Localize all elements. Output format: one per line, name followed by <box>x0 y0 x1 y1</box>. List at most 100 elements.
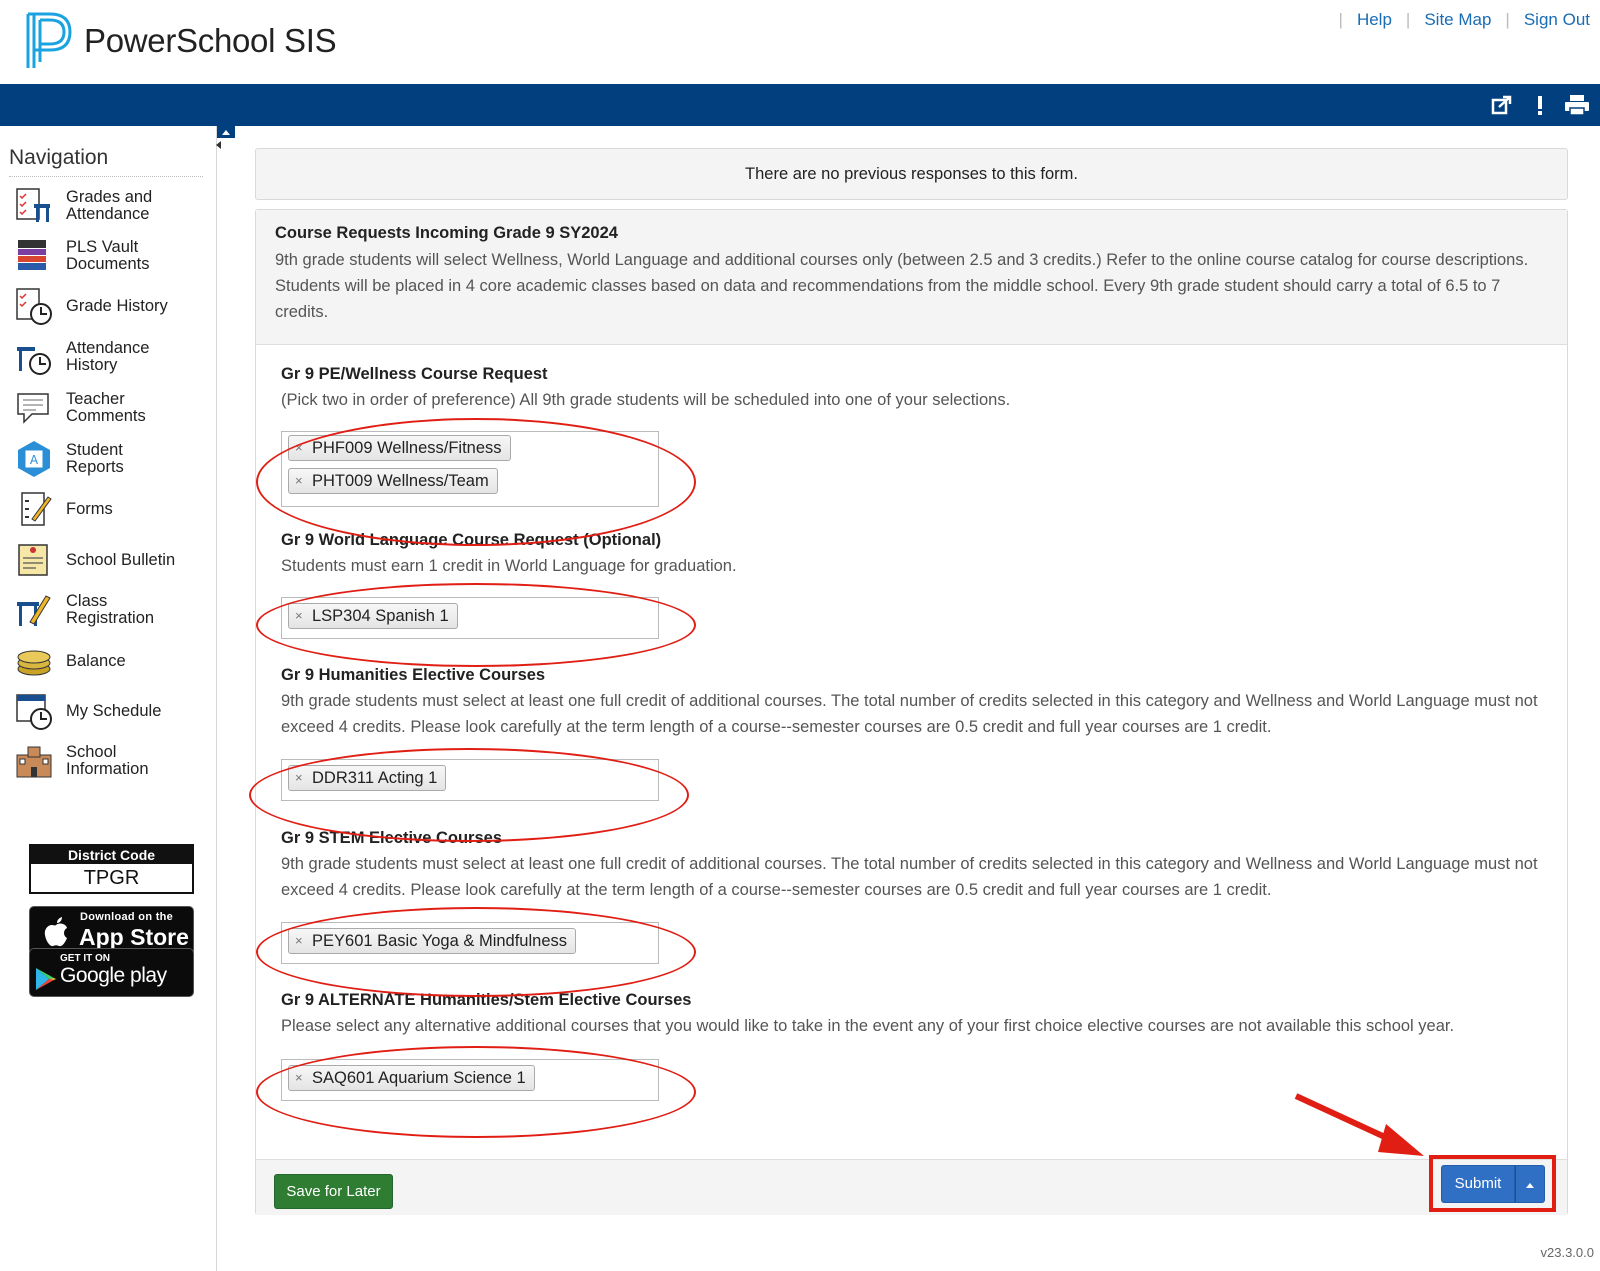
balance-icon <box>17 650 51 676</box>
nav-label: Documents <box>66 255 150 273</box>
brand-title: PowerSchool SIS <box>84 22 337 59</box>
divider <box>9 176 203 177</box>
question-title: Gr 9 PE/Wellness Course Request <box>281 365 548 383</box>
class-registration-icon <box>17 595 51 626</box>
question-title: Gr 9 STEM Elective Courses <box>281 829 503 847</box>
nav-label: School Bulletin <box>66 550 176 569</box>
selected-course-chip: × DDR311 Acting 1 <box>288 765 447 791</box>
remove-chip-button[interactable]: × <box>295 929 303 953</box>
nav-label: Teacher <box>66 390 125 408</box>
nav-label: Attendance <box>66 339 150 357</box>
alert-icon[interactable] <box>1528 94 1552 116</box>
nav-label: Class <box>66 592 108 610</box>
site-map-link[interactable]: Site Map <box>1424 10 1491 30</box>
nav-label: Information <box>66 760 149 778</box>
nav-item-grades-attendance[interactable]: Grades and Attendance <box>14 184 204 228</box>
wellness-multiselect[interactable]: × PHF009 Wellness/Fitness × PHT009 Welln… <box>281 431 659 507</box>
nav-label: Comments <box>66 407 146 425</box>
chip-label: SAQ601 Aquarium Science 1 <box>312 1069 526 1087</box>
nav-item-school-bulletin[interactable]: School Bulletin <box>14 538 204 582</box>
question-title: Gr 9 World Language Course Request (Opti… <box>281 531 662 549</box>
nav-label: School <box>66 743 117 761</box>
help-link[interactable]: Help <box>1357 10 1392 30</box>
nav-label: Balance <box>66 651 126 670</box>
caret-up-icon <box>1526 1183 1534 1188</box>
annotation-arrow-icon <box>1294 1093 1424 1156</box>
question-description: (Pick two in order of preference) All 9t… <box>281 391 1011 409</box>
separator: | <box>1405 10 1411 29</box>
remove-chip-button[interactable]: × <box>295 436 303 460</box>
attendance-history-icon <box>17 347 51 375</box>
collapse-up-button[interactable] <box>217 126 235 138</box>
alternate-multiselect[interactable]: × SAQ601 Aquarium Science 1 <box>281 1059 659 1101</box>
nav-label: Registration <box>66 609 155 627</box>
school-information-icon <box>16 746 52 778</box>
district-code-label: District Code <box>31 846 192 864</box>
apple-icon <box>44 917 67 947</box>
top-header: PowerSchool SIS | Help | Site Map | Sign… <box>0 0 1600 84</box>
nav-item-attendance-history[interactable]: Attendance History <box>14 335 204 379</box>
separator: | <box>1338 10 1343 29</box>
nav-label: Reports <box>66 458 124 476</box>
nav-title: Navigation <box>9 146 109 169</box>
nav-item-forms[interactable]: Forms <box>14 487 204 531</box>
print-icon[interactable] <box>1564 94 1590 116</box>
nav-item-my-schedule[interactable]: My Schedule <box>14 689 204 733</box>
sidebar: Navigation Grades and Attendance PLS Vaul… <box>0 126 217 1271</box>
selected-course-chip: × SAQ601 Aquarium Science 1 <box>288 1065 535 1091</box>
chip-label: LSP304 Spanish 1 <box>312 607 449 625</box>
question-description: Students must earn 1 credit in World Lan… <box>281 557 737 575</box>
remove-chip-button[interactable]: × <box>295 604 303 628</box>
sign-out-link[interactable]: Sign Out <box>1524 10 1590 30</box>
chip-label: PHF009 Wellness/Fitness <box>312 439 502 457</box>
selected-course-chip: × PHT009 Wellness/Team <box>288 468 498 494</box>
nav-label: My Schedule <box>66 701 162 720</box>
remove-chip-button[interactable]: × <box>295 469 303 493</box>
humanities-multiselect[interactable]: × DDR311 Acting 1 <box>281 759 659 801</box>
google-play-big: Google play <box>60 964 167 987</box>
form-description: 9th grade students will select Wellness,… <box>275 251 1529 321</box>
nav-label: Grades and <box>66 188 153 206</box>
world-language-multiselect[interactable]: × LSP304 Spanish 1 <box>281 597 659 639</box>
question-title: Gr 9 Humanities Elective Courses <box>281 666 546 684</box>
play-icon <box>36 968 56 990</box>
version-label: v23.3.0.0 <box>1540 1245 1595 1260</box>
vault-documents-icon <box>18 240 46 270</box>
remove-chip-button[interactable]: × <box>295 1066 303 1090</box>
nav-item-school-information[interactable]: School Information <box>14 739 204 783</box>
form-footer: Save for Later <box>256 1159 1567 1215</box>
chip-label: PHT009 Wellness/Team <box>312 472 489 490</box>
chip-label: DDR311 Acting 1 <box>312 769 438 787</box>
selected-course-chip: × LSP304 Spanish 1 <box>288 603 458 629</box>
submit-button[interactable]: Submit <box>1441 1165 1515 1203</box>
nav-label: History <box>66 356 118 374</box>
my-schedule-icon <box>16 694 52 730</box>
nav-item-balance[interactable]: Balance <box>14 639 204 683</box>
save-for-later-button[interactable]: Save for Later <box>274 1174 393 1209</box>
nav-label: Grade History <box>66 296 168 315</box>
form-title: Course Requests Incoming Grade 9 SY2024 <box>275 224 618 242</box>
form-header: Course Requests Incoming Grade 9 SY2024 … <box>256 210 1567 345</box>
nav-item-pls-vault[interactable]: PLS Vault Documents <box>14 234 204 278</box>
nav-item-teacher-comments[interactable]: Teacher Comments <box>14 386 204 430</box>
svg-text:A: A <box>30 453 39 467</box>
school-bulletin-icon <box>18 544 48 576</box>
nav-label: Student <box>66 441 123 459</box>
selected-course-chip: × PEY601 Basic Yoga & Mindfulness <box>288 928 577 954</box>
selected-course-chip: × PHF009 Wellness/Fitness <box>288 435 511 461</box>
submit-options-button[interactable] <box>1515 1165 1545 1203</box>
google-play-badge[interactable]: GET IT ON Google play <box>29 948 194 997</box>
teacher-comments-icon <box>17 393 49 424</box>
nav-item-student-reports[interactable]: A Student Reports <box>14 437 204 481</box>
nav-label: Attendance <box>66 205 150 223</box>
remove-chip-button[interactable]: × <box>295 766 303 790</box>
district-code-value: TPGR <box>83 867 140 889</box>
nav-item-grade-history[interactable]: Grade History <box>14 284 204 328</box>
open-external-icon[interactable] <box>1490 94 1514 116</box>
nav-item-class-registration[interactable]: Class Registration <box>14 588 204 632</box>
district-code-box: District Code TPGR <box>29 844 194 894</box>
collapse-left-icon[interactable] <box>214 140 222 150</box>
app-store-small: Download on the <box>80 911 174 923</box>
stem-multiselect[interactable]: × PEY601 Basic Yoga & Mindfulness <box>281 922 659 964</box>
course-request-form: Course Requests Incoming Grade 9 SY2024 … <box>255 209 1568 1215</box>
